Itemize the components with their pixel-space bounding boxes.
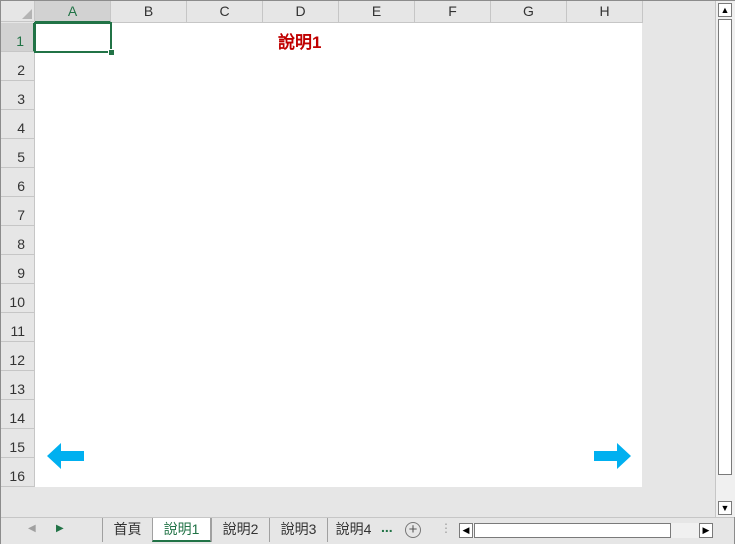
column-header-b[interactable]: B bbox=[111, 1, 187, 23]
row-header-14[interactable]: 14 bbox=[1, 400, 35, 429]
column-header-a[interactable]: A bbox=[35, 1, 111, 23]
row-header-12[interactable]: 12 bbox=[1, 342, 35, 371]
scroll-right-icon[interactable]: ▶ bbox=[699, 523, 713, 538]
row-header-9[interactable]: 9 bbox=[1, 255, 35, 284]
row-header-10[interactable]: 10 bbox=[1, 284, 35, 313]
scroll-up-icon[interactable]: ▲ bbox=[718, 3, 732, 17]
excel-window: A B C D E F G H 1 2 3 4 5 6 7 8 9 10 11 … bbox=[0, 0, 735, 544]
tab-explain-2[interactable]: 說明2 bbox=[211, 518, 269, 542]
tab-explain-4[interactable]: 說明4 bbox=[327, 518, 379, 542]
row-header-11[interactable]: 11 bbox=[1, 313, 35, 342]
scroll-down-icon[interactable]: ▼ bbox=[718, 501, 732, 515]
vertical-scroll-thumb[interactable] bbox=[718, 19, 732, 475]
selected-cell-a1[interactable] bbox=[34, 22, 112, 53]
column-header-f[interactable]: F bbox=[415, 1, 491, 23]
tab-next-icon[interactable]: ▶ bbox=[56, 523, 64, 534]
column-header-h[interactable]: H bbox=[567, 1, 643, 23]
row-header-16[interactable]: 16 bbox=[1, 458, 35, 487]
column-header-e[interactable]: E bbox=[339, 1, 415, 23]
row-header-6[interactable]: 6 bbox=[1, 168, 35, 197]
row-header-2[interactable]: 2 bbox=[1, 52, 35, 81]
sheet-tab-bar: ◀ ▶ 首頁 說明1 說明2 說明3 說明4 ... + ⋮ ◀ ▶ bbox=[1, 517, 734, 544]
select-all-triangle-icon bbox=[22, 9, 32, 19]
column-header-d[interactable]: D bbox=[263, 1, 339, 23]
row-header-15[interactable]: 15 bbox=[1, 429, 35, 458]
add-sheet-icon[interactable]: + bbox=[405, 522, 421, 538]
row-header-13[interactable]: 13 bbox=[1, 371, 35, 400]
column-header-c[interactable]: C bbox=[187, 1, 263, 23]
row-header-8[interactable]: 8 bbox=[1, 226, 35, 255]
scroll-left-icon[interactable]: ◀ bbox=[459, 523, 473, 538]
tab-prev-icon[interactable]: ◀ bbox=[28, 523, 36, 534]
forward-arrow-icon[interactable] bbox=[593, 443, 631, 474]
sheet-grid[interactable] bbox=[35, 23, 642, 487]
row-header-5[interactable]: 5 bbox=[1, 139, 35, 168]
column-header-g[interactable]: G bbox=[491, 1, 567, 23]
vertical-scrollbar[interactable]: ▲ ▼ bbox=[715, 1, 735, 517]
row-header-4[interactable]: 4 bbox=[1, 110, 35, 139]
more-tabs-button[interactable]: ... bbox=[381, 519, 393, 535]
horizontal-scrollbar[interactable]: ◀ ▶ bbox=[459, 523, 713, 538]
row-header-1[interactable]: 1 bbox=[1, 23, 35, 52]
tab-explain-3[interactable]: 說明3 bbox=[269, 518, 327, 542]
sheet-title: 說明1 bbox=[278, 33, 322, 52]
select-all-corner[interactable] bbox=[1, 1, 35, 22]
split-handle-icon[interactable]: ⋮ bbox=[440, 521, 452, 535]
tab-home[interactable]: 首頁 bbox=[102, 518, 152, 542]
row-header-3[interactable]: 3 bbox=[1, 81, 35, 110]
back-arrow-icon[interactable] bbox=[47, 443, 85, 474]
tab-explain-1[interactable]: 說明1 bbox=[152, 518, 211, 542]
horizontal-scroll-thumb[interactable] bbox=[474, 523, 671, 538]
fill-handle[interactable] bbox=[108, 49, 115, 56]
row-header-7[interactable]: 7 bbox=[1, 197, 35, 226]
